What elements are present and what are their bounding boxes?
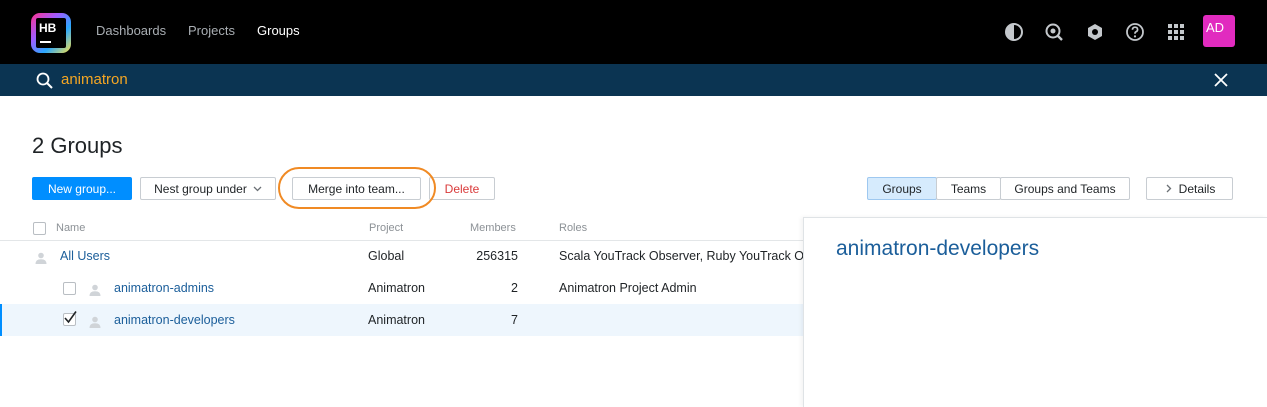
- nest-group-label: Nest group under: [154, 181, 247, 196]
- new-group-button[interactable]: New group...: [32, 177, 132, 200]
- filter-groups-and-teams-tab[interactable]: Groups and Teams: [1000, 177, 1130, 200]
- group-name-link[interactable]: animatron-admins: [114, 281, 214, 295]
- nav-dashboards[interactable]: Dashboards: [96, 23, 166, 38]
- row-checkbox[interactable]: [63, 282, 76, 295]
- help-icon[interactable]: [1125, 22, 1145, 42]
- group-roles: Scala YouTrack Observer, Ruby YouTrack O…: [559, 249, 803, 263]
- column-header-name[interactable]: Name: [56, 222, 85, 234]
- details-label: Details: [1178, 181, 1216, 196]
- page-title: 2 Groups: [32, 133, 123, 158]
- logo-underline: [40, 41, 51, 43]
- column-header-project[interactable]: Project: [369, 222, 403, 234]
- group-project: Global: [368, 249, 405, 263]
- column-header-members[interactable]: Members: [470, 222, 516, 234]
- select-all-checkbox[interactable]: [33, 222, 46, 235]
- close-icon[interactable]: [1214, 73, 1228, 87]
- search-settings-icon[interactable]: [1044, 22, 1064, 42]
- user-group-icon: [35, 252, 47, 264]
- search-bar: [0, 64, 1267, 96]
- group-name-link[interactable]: All Users: [60, 249, 110, 263]
- group-members: 256315: [476, 249, 518, 263]
- selected-row-accent: [0, 304, 2, 336]
- chevron-right-icon: [1166, 184, 1172, 193]
- apps-grid-icon[interactable]: [1166, 22, 1186, 42]
- group-members: 2: [511, 281, 518, 295]
- filter-groups-tab[interactable]: Groups: [867, 177, 937, 200]
- group-project: Animatron: [368, 281, 425, 295]
- delete-button[interactable]: Delete: [429, 177, 495, 200]
- group-members: 7: [511, 313, 518, 327]
- details-button[interactable]: Details: [1146, 177, 1233, 200]
- nav-groups[interactable]: Groups: [257, 23, 300, 38]
- filter-teams-tab[interactable]: Teams: [936, 177, 1001, 200]
- search-input[interactable]: animatron: [61, 71, 128, 88]
- nav-projects[interactable]: Projects: [188, 23, 235, 38]
- checkmark-icon: [64, 311, 77, 324]
- search-icon: [36, 72, 53, 89]
- details-title: animatron-developers: [836, 237, 1040, 260]
- group-roles: Animatron Project Admin: [559, 281, 697, 295]
- group-project: Animatron: [368, 313, 425, 327]
- app-logo[interactable]: HB: [31, 13, 71, 53]
- nest-group-dropdown[interactable]: Nest group under: [140, 177, 276, 200]
- user-avatar[interactable]: AD: [1203, 15, 1235, 47]
- group-name-link[interactable]: animatron-developers: [114, 313, 235, 327]
- user-group-icon: [89, 316, 101, 328]
- hexagon-settings-icon[interactable]: [1085, 22, 1105, 42]
- logo-text: HB: [39, 21, 57, 35]
- chevron-down-icon: [253, 186, 262, 192]
- user-group-icon: [89, 284, 101, 296]
- merge-into-team-button[interactable]: Merge into team...: [292, 177, 421, 200]
- contrast-icon[interactable]: [1004, 22, 1024, 42]
- column-header-roles[interactable]: Roles: [559, 222, 587, 234]
